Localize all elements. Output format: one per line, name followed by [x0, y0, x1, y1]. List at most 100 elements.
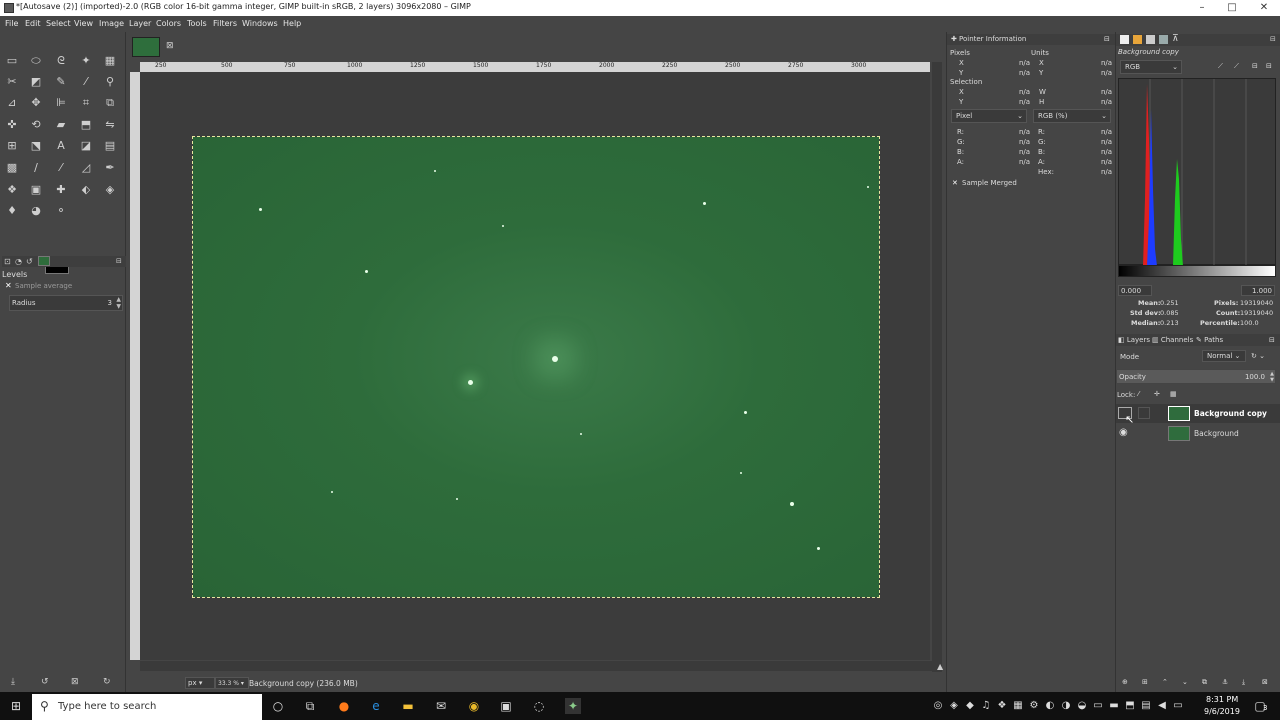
menu-file[interactable]: File	[5, 19, 18, 28]
tray-icon[interactable]: ❖	[994, 698, 1010, 714]
tray-icon[interactable]: ⚙	[1026, 698, 1042, 714]
tab-layers[interactable]: ◧ Layers	[1118, 336, 1150, 344]
horizontal-scrollbar[interactable]	[140, 661, 932, 671]
delete-layer-icon[interactable]: ⊠	[1262, 678, 1268, 686]
taskbar-search[interactable]: ⚲ Type here to search	[32, 694, 262, 720]
clone-icon[interactable]: ▣	[28, 182, 44, 198]
tool-options-tab-icon[interactable]: ⊡	[4, 257, 11, 266]
galaxy-image[interactable]	[192, 136, 880, 598]
vertical-ruler[interactable]	[130, 72, 140, 660]
rgb-mode-select[interactable]: RGB (%) ⌄	[1033, 109, 1111, 123]
dodge-icon[interactable]: ⚬	[53, 203, 69, 219]
align-icon[interactable]: ⊫	[53, 95, 69, 111]
close-tab-icon[interactable]: ⊠	[166, 41, 174, 51]
rotate-icon[interactable]: ⟲	[28, 117, 44, 133]
brushes-tab-icon[interactable]	[1133, 35, 1142, 44]
fonts-tab-icon[interactable]	[1146, 35, 1155, 44]
menu-view[interactable]: View	[74, 19, 93, 28]
mail-icon[interactable]: ✉	[433, 698, 449, 714]
layer-row-background-copy[interactable]: Background copy	[1116, 404, 1280, 423]
perspective-clone-icon[interactable]: ⬖	[78, 182, 94, 198]
mode-select[interactable]: Normal ⌄	[1202, 350, 1246, 362]
select-by-color-icon[interactable]: ▦	[102, 53, 118, 69]
firefox-icon[interactable]: ●	[336, 698, 352, 714]
lock-position-icon[interactable]: ✛	[1154, 390, 1160, 398]
paintbrush-icon[interactable]: ∕	[28, 160, 44, 176]
save-preset-icon[interactable]: ⤓	[11, 677, 15, 687]
cortana-icon[interactable]: ○	[270, 698, 286, 714]
panel-menu-icon[interactable]: ⊟	[116, 257, 122, 265]
blur-icon[interactable]: ◈	[102, 182, 118, 198]
pixel-mode-select[interactable]: Pixel ⌄	[951, 109, 1027, 123]
fuzzy-select-icon[interactable]: ✦	[78, 53, 94, 69]
histogram-graph[interactable]	[1118, 78, 1276, 266]
layer-row-background[interactable]: ◉ Background	[1116, 424, 1280, 443]
tray-icon[interactable]: ◈	[946, 698, 962, 714]
link-toggle[interactable]	[1138, 407, 1150, 419]
maximize-button[interactable]: □	[1216, 0, 1248, 16]
spin-arrows-icon[interactable]: ▲ ▼	[116, 296, 121, 310]
anchor-layer-icon[interactable]: ⚓	[1222, 678, 1228, 686]
layer-name[interactable]: Background copy	[1194, 409, 1267, 418]
tray-icon[interactable]: ▭	[1090, 698, 1106, 714]
channel-select[interactable]: RGB ⌄	[1120, 60, 1182, 74]
menu-layer[interactable]: Layer	[129, 19, 151, 28]
patterns-tab-icon[interactable]	[1159, 35, 1168, 44]
pencil-icon[interactable]: ▩	[4, 160, 20, 176]
tab-paths[interactable]: ✎ Paths	[1196, 336, 1223, 344]
lock-alpha-icon[interactable]: ▦	[1170, 390, 1177, 398]
tray-icon[interactable]: ▦	[1010, 698, 1026, 714]
paths-icon[interactable]: ✎	[53, 74, 69, 90]
images-tab-icon[interactable]	[38, 256, 50, 266]
dock-menu-icon[interactable]: ⊟	[1269, 336, 1275, 344]
menu-filters[interactable]: Filters	[213, 19, 237, 28]
clock-time[interactable]: 8:31 PM	[1206, 695, 1238, 704]
warp-icon[interactable]: ✜	[4, 117, 20, 133]
minimize-button[interactable]: –	[1186, 0, 1218, 16]
smudge-icon[interactable]: ♦	[4, 203, 20, 219]
new-group-icon[interactable]: ⊞	[1142, 678, 1148, 686]
color-picker-icon[interactable]: ⁄	[78, 74, 94, 90]
move-icon[interactable]: ✥	[28, 95, 44, 111]
ellipse-select-icon[interactable]: ⬭	[28, 53, 44, 69]
edge-icon[interactable]: e	[368, 698, 384, 714]
menu-tools[interactable]: Tools	[187, 19, 207, 28]
dock-menu-icon[interactable]: ⊟	[1270, 35, 1276, 43]
sample-average-checkbox[interactable]: ✕	[5, 282, 13, 290]
raise-layer-icon[interactable]: ⌃	[1162, 678, 1168, 686]
tool-presets-tab-icon[interactable]: ⊼	[1172, 34, 1179, 44]
log-histogram-icon[interactable]: ⟋	[1234, 62, 1239, 71]
rect-select-icon[interactable]: ▭	[4, 53, 20, 69]
image-tab-thumbnail[interactable]	[132, 37, 160, 57]
horizontal-ruler[interactable]: 250 500 750 1000 1250 1500 1750 2000 225…	[140, 62, 930, 72]
cage-icon[interactable]: ⊞	[4, 138, 20, 154]
shear-icon[interactable]: ▰	[53, 117, 69, 133]
windows-start-icon[interactable]: ⊞	[8, 698, 24, 714]
tray-icon[interactable]: ◐	[1042, 698, 1058, 714]
layer-name[interactable]: Background	[1194, 429, 1239, 438]
eye-icon[interactable]: ◉	[1119, 427, 1128, 439]
gradient-icon[interactable]: ▤	[102, 138, 118, 154]
device-status-tab-icon[interactable]: ◔	[15, 257, 22, 266]
close-button[interactable]: ✕	[1248, 0, 1280, 16]
opacity-slider[interactable]: Opacity 100.0 ▲ ▼	[1116, 369, 1276, 384]
menu-select[interactable]: Select	[46, 19, 71, 28]
tray-icon[interactable]: ◒	[1074, 698, 1090, 714]
menu-edit[interactable]: Edit	[25, 19, 41, 28]
task-view-icon[interactable]: ⧉	[302, 698, 318, 714]
new-layer-icon[interactable]: ⊕	[1122, 678, 1128, 686]
dodge-burn-icon[interactable]: ◕	[28, 203, 44, 219]
tray-icon[interactable]: ◆	[962, 698, 978, 714]
restore-preset-icon[interactable]: ↺	[41, 677, 49, 687]
crop-icon[interactable]: ⌗	[78, 95, 94, 111]
undo-history-tab-icon[interactable]: ↺	[26, 257, 33, 266]
lock-pixels-icon[interactable]: ⁄	[1138, 390, 1139, 398]
sample-merged-checkbox[interactable]: ✕	[952, 179, 958, 187]
navigate-icon[interactable]: ▲	[937, 662, 943, 671]
tray-icon[interactable]: ▬	[1106, 698, 1122, 714]
app2-icon[interactable]: ◌	[531, 698, 547, 714]
chrome-icon[interactable]: ◉	[466, 698, 482, 714]
battery-icon[interactable]: ▭	[1170, 698, 1186, 714]
file-explorer-icon[interactable]: ▬	[400, 698, 416, 714]
histogram-option2-icon[interactable]: ⊟	[1266, 62, 1272, 70]
